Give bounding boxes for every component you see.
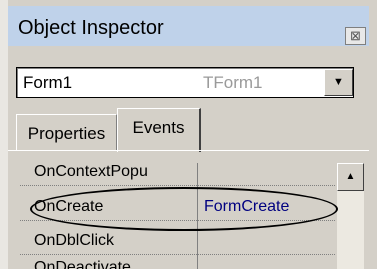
tab-events[interactable]: Events: [117, 108, 201, 152]
row-divider: [20, 220, 335, 221]
scroll-up-button[interactable]: ▲: [337, 163, 364, 191]
tab-label: Properties: [27, 124, 106, 143]
event-name-oncontextpopup[interactable]: OnContextPopu: [20, 163, 196, 183]
tab-label: Events: [132, 118, 185, 137]
event-value-ondeactivate[interactable]: [198, 258, 335, 269]
background-strip: [0, 0, 8, 269]
component-selector[interactable]: Form1 TForm1 ▼: [16, 67, 354, 98]
chevron-down-icon: ▼: [333, 76, 344, 88]
scroll-up-icon: ▲: [345, 171, 356, 182]
close-button[interactable]: ⊠: [345, 27, 366, 45]
window-title: Object Inspector: [18, 17, 164, 39]
event-name-oncreate[interactable]: OnCreate: [20, 198, 196, 218]
event-name-ondeactivate[interactable]: OnDeactivate: [20, 258, 196, 269]
column-divider: [197, 163, 198, 269]
component-name: Form1: [23, 73, 73, 92]
component-type: TForm1: [203, 73, 263, 92]
tab-properties[interactable]: Properties: [16, 114, 117, 151]
component-dropdown-button[interactable]: ▼: [324, 69, 353, 96]
event-value-ondblclick[interactable]: [198, 232, 335, 252]
close-icon: ⊠: [350, 28, 361, 43]
event-name-ondblclick[interactable]: OnDblClick: [20, 232, 196, 252]
row-divider: [20, 254, 335, 255]
row-divider: [20, 185, 335, 186]
event-value-oncreate[interactable]: FormCreate: [198, 198, 335, 218]
event-value-oncontextpopup[interactable]: [198, 163, 335, 183]
